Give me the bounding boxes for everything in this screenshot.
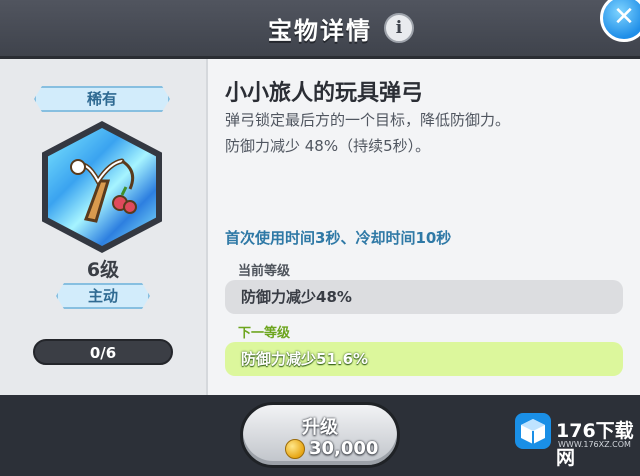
upgrade-button[interactable]: 升级 30,000 [240,402,400,468]
next-level-label: 下一等级 [238,326,291,341]
current-level-label: 当前等级 [238,264,291,279]
upgrade-progress-bar: 0/6 [33,339,173,365]
progress-text: 0/6 [89,344,117,362]
watermark-logo [515,413,551,449]
item-description-line-2: 防御力减少 48%（持续5秒）。 [225,137,431,155]
item-description-line-1: 弹弓锁定最后方的一个目标，降低防御力。 [225,111,511,129]
popup-title: 宝物详情 [268,17,372,45]
cost-amount: 30,000 [309,438,379,459]
item-icon-frame [42,121,162,253]
watermark: 176下载网 WWW.176XZ.COM [514,410,640,469]
info-icon[interactable]: i [384,13,414,43]
slingshot-icon [70,158,137,223]
gold-coin-icon [285,439,305,459]
popup-body: 稀有 6级 主动 0/6 小小旅人的玩具弹弓 弹弓锁定最后方的一个目标，降低防御… [0,59,640,395]
item-level: 6级 [86,259,120,281]
skill-type-badge: 主动 [56,283,150,309]
watermark-sub: WWW.176XZ.COM [558,440,631,449]
rarity-badge: 稀有 [34,86,170,112]
treasure-detail-popup: 宝物详情 i ✕ 稀有 6级 主动 0/6 小小旅人的玩具弹弓 弹弓锁定最后方的… [0,0,640,476]
cooldown-info: 首次使用时间3秒、冷却时间10秒 [225,229,452,247]
popup-header: 宝物详情 i [0,0,640,59]
item-name: 小小旅人的玩具弹弓 [225,81,424,106]
upgrade-label: 升级 [302,417,338,438]
current-effect: 防御力减少48% [225,280,623,314]
next-effect: 防御力减少51.6% [225,342,623,376]
item-summary-panel: 稀有 6级 主动 0/6 [0,59,208,395]
